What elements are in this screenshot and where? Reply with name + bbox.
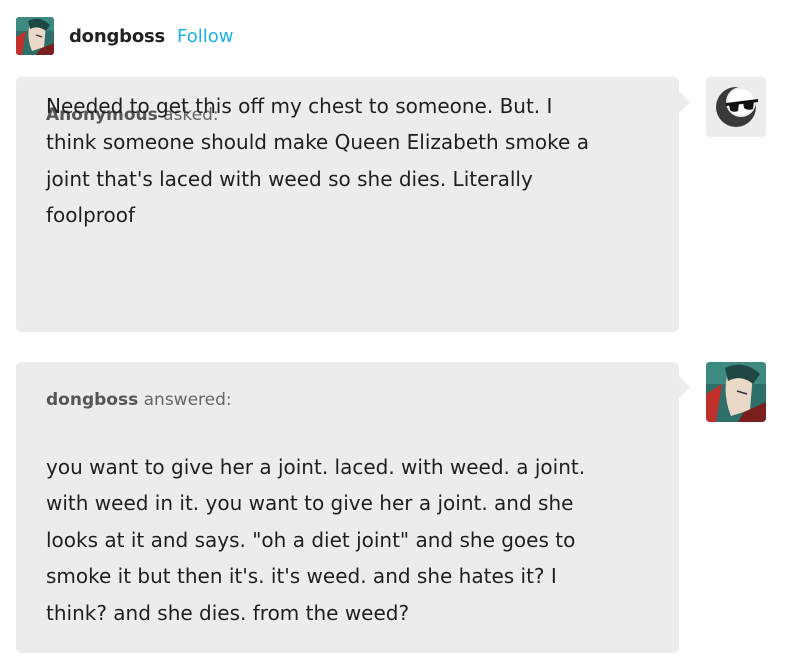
answer-bubble: dongboss answered: you want to give her … (16, 362, 690, 653)
post-header: dongboss Follow (16, 17, 234, 55)
answerer-name[interactable]: dongboss (46, 390, 138, 410)
blog-avatar-icon (16, 17, 54, 55)
answerer-avatar[interactable] (706, 362, 766, 422)
answer-text: you want to give her a joint. laced. wit… (46, 449, 646, 631)
answerer-verb: answered: (143, 390, 232, 410)
anonymous-sunglasses-icon (706, 77, 766, 137)
answer-line: you want to give her a joint. laced. wit… (46, 455, 586, 479)
blog-avatar-icon (706, 362, 766, 422)
question-text: Needed to get this off my chest to someo… (46, 88, 646, 234)
question-line: joint that's laced with weed so she dies… (46, 166, 533, 191)
answer-line: looks at it and says. "oh a diet joint" … (46, 527, 576, 552)
question-bubble: Anonymous asked: Needed to get this off … (16, 77, 690, 332)
answer-line: smoke it but then it's. it's weed. and s… (46, 564, 557, 589)
answer-line: with weed in it. you want to give her a … (46, 491, 574, 516)
question-line: foolproof (46, 203, 136, 228)
answerer-line: dongboss answered: (46, 390, 232, 410)
question-line: think someone should make Queen Elizabet… (46, 130, 589, 155)
blog-name[interactable]: dongboss (69, 26, 165, 47)
blog-avatar[interactable] (16, 17, 54, 55)
follow-button[interactable]: Follow (177, 26, 233, 47)
anonymous-avatar (706, 77, 766, 137)
question-line: Needed to get this off my chest to someo… (46, 94, 553, 118)
answer-line: think? and she dies. from the weed? (46, 600, 410, 625)
